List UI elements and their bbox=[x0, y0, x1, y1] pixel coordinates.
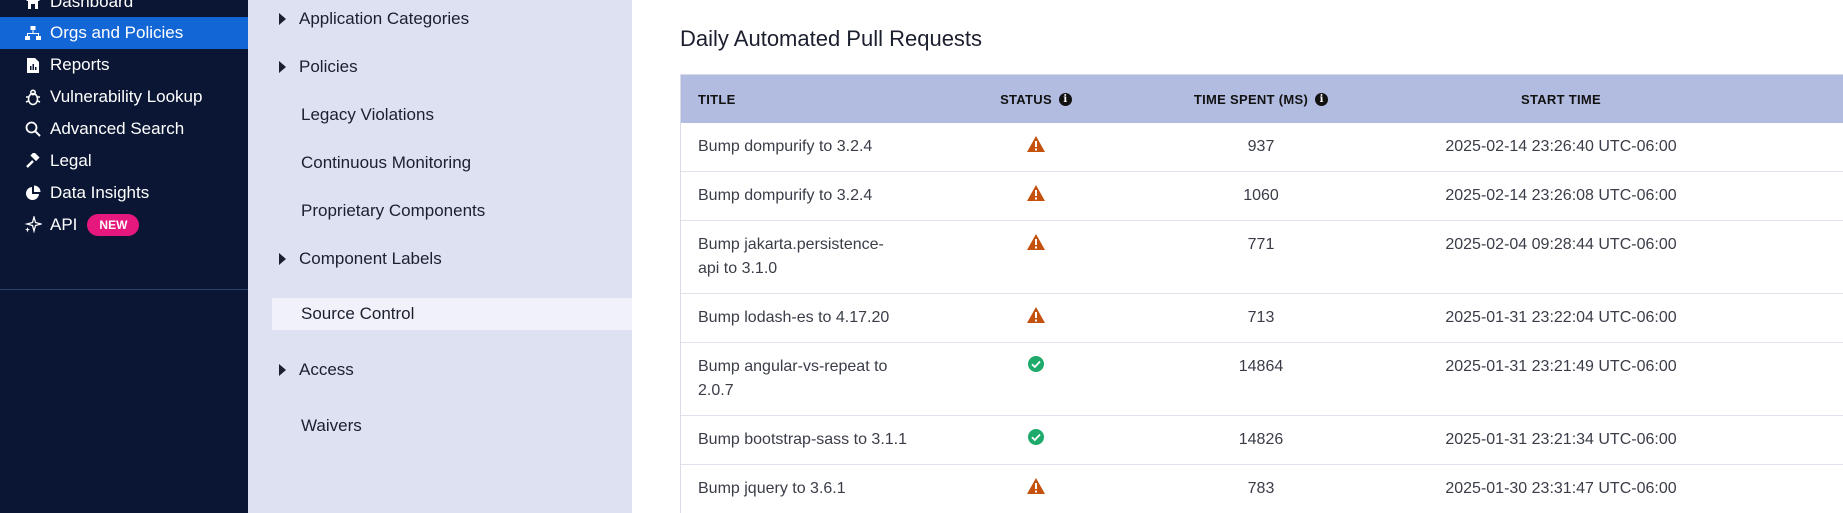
subnav-item-label: Proprietary Components bbox=[301, 201, 486, 220]
nav-item-label: Reports bbox=[50, 55, 110, 74]
time-spent-value: 1060 bbox=[1243, 187, 1279, 204]
start-time-value: 2025-02-14 23:26:40 UTC-06:00 bbox=[1445, 138, 1677, 155]
pull-requests-table: TITLE STATUS i TIME SPENT (MS) i START T… bbox=[680, 74, 1843, 513]
nav-item-data-insights[interactable]: Data Insights bbox=[0, 177, 248, 209]
nav-divider bbox=[0, 289, 248, 290]
pr-title: Bump jquery to 3.6.1 bbox=[698, 480, 846, 497]
time-spent-value: 937 bbox=[1247, 138, 1275, 155]
pr-title: Bump bootstrap-sass to 3.1.1 bbox=[698, 431, 907, 448]
bug-icon bbox=[22, 88, 44, 106]
info-icon[interactable]: i bbox=[1315, 92, 1329, 106]
subnav-item-label: Legacy Violations bbox=[301, 105, 434, 124]
column-header-label: TIME SPENT (MS) bbox=[1193, 91, 1309, 107]
start-time-value: 2025-01-30 23:31:47 UTC-06:00 bbox=[1445, 480, 1677, 497]
warning-icon bbox=[1026, 306, 1046, 324]
pie-chart-icon bbox=[22, 185, 44, 201]
home-icon bbox=[22, 0, 44, 10]
start-time-value: 2025-01-31 23:22:04 UTC-06:00 bbox=[1445, 309, 1677, 326]
nav-item-dashboard[interactable]: Dashboard bbox=[0, 0, 248, 18]
pr-title: Bump jakarta.persistence-api to 3.1.0 bbox=[698, 236, 884, 277]
subnav-item-proprietary-components[interactable]: Proprietary Components bbox=[248, 195, 632, 227]
start-time-value: 2025-02-04 09:28:44 UTC-06:00 bbox=[1445, 236, 1677, 253]
nav-item-reports[interactable]: Reports bbox=[0, 49, 248, 81]
time-spent-value: 14826 bbox=[1238, 431, 1284, 448]
info-icon[interactable]: i bbox=[1058, 92, 1072, 106]
start-time-value: 2025-01-31 23:21:49 UTC-06:00 bbox=[1445, 358, 1677, 375]
nav-item-label: Data Insights bbox=[50, 183, 150, 202]
subnav-item-label: Policies bbox=[299, 57, 358, 76]
pr-title: Bump lodash-es to 4.17.20 bbox=[698, 309, 890, 326]
new-badge: NEW bbox=[87, 214, 140, 236]
caret-right-icon bbox=[279, 13, 286, 25]
caret-right-icon bbox=[279, 61, 286, 73]
pr-title: Bump dompurify to 3.2.4 bbox=[698, 138, 873, 155]
pr-title: Bump angular-vs-repeat to 2.0.7 bbox=[698, 358, 888, 399]
nav-item-label: Legal bbox=[50, 151, 92, 170]
table-row[interactable]: Bump jakarta.persistence-api to 3.1.0 77… bbox=[681, 221, 1843, 294]
table-row[interactable]: Bump dompurify to 3.2.4 1060 2025-02-14 … bbox=[681, 172, 1843, 221]
nav-item-legal[interactable]: Legal bbox=[0, 145, 248, 177]
time-spent-value: 713 bbox=[1247, 309, 1275, 326]
subnav-item-waivers[interactable]: Waivers bbox=[248, 410, 632, 442]
main-content: Daily Automated Pull Requests TITLE STAT… bbox=[632, 0, 1843, 513]
column-header-title[interactable]: TITLE bbox=[681, 92, 961, 107]
nav-item-label: Orgs and Policies bbox=[50, 23, 184, 42]
subnav-item-policies[interactable]: Policies bbox=[248, 51, 632, 83]
column-header-start-time[interactable]: START TIME bbox=[1411, 92, 1711, 107]
orgs-policies-subnav: Application Categories Policies Legacy V… bbox=[248, 0, 632, 513]
success-check-icon bbox=[1027, 355, 1045, 373]
subnav-item-continuous-monitoring[interactable]: Continuous Monitoring bbox=[248, 147, 632, 179]
column-header-label: STATUS bbox=[1000, 91, 1052, 107]
subnav-item-access[interactable]: Access bbox=[248, 354, 632, 386]
gavel-icon bbox=[22, 153, 44, 169]
subnav-item-application-categories[interactable]: Application Categories bbox=[248, 3, 632, 35]
warning-icon bbox=[1026, 233, 1046, 251]
start-time-value: 2025-02-14 23:26:08 UTC-06:00 bbox=[1445, 187, 1677, 204]
nav-item-vulnerability-lookup[interactable]: Vulnerability Lookup bbox=[0, 81, 248, 113]
subnav-item-label: Source Control bbox=[301, 304, 415, 323]
table-header: TITLE STATUS i TIME SPENT (MS) i START T… bbox=[681, 75, 1843, 123]
column-header-time-spent[interactable]: TIME SPENT (MS) i bbox=[1111, 92, 1411, 107]
success-check-icon bbox=[1027, 428, 1045, 446]
nav-item-label: API bbox=[50, 215, 78, 234]
table-row[interactable]: Bump jquery to 3.6.1 783 2025-01-30 23:3… bbox=[681, 465, 1843, 513]
page-title: Daily Automated Pull Requests bbox=[680, 26, 983, 51]
table-row[interactable]: Bump dompurify to 3.2.4 937 2025-02-14 2… bbox=[681, 123, 1843, 172]
search-icon bbox=[22, 121, 44, 137]
subnav-item-label: Waivers bbox=[301, 416, 362, 435]
subnav-item-label: Application Categories bbox=[299, 9, 470, 28]
time-spent-value: 14864 bbox=[1238, 358, 1284, 375]
subnav-item-component-labels[interactable]: Component Labels bbox=[248, 243, 632, 275]
caret-right-icon bbox=[279, 364, 286, 376]
sitemap-icon bbox=[22, 25, 44, 41]
caret-right-icon bbox=[279, 253, 286, 265]
nav-item-api[interactable]: API NEW bbox=[0, 209, 248, 241]
column-header-label: START TIME bbox=[1520, 91, 1602, 107]
subnav-item-label: Component Labels bbox=[299, 249, 442, 268]
table-row[interactable]: Bump lodash-es to 4.17.20 713 2025-01-31… bbox=[681, 294, 1843, 343]
left-navigation: Dashboard Orgs and Policies Reports Vuln… bbox=[0, 0, 248, 513]
subnav-item-legacy-violations[interactable]: Legacy Violations bbox=[248, 99, 632, 131]
nav-item-label: Advanced Search bbox=[50, 119, 185, 138]
subnav-item-label: Continuous Monitoring bbox=[301, 153, 472, 172]
column-header-label: TITLE bbox=[698, 91, 736, 107]
nav-item-label: Dashboard bbox=[50, 0, 134, 11]
warning-icon bbox=[1026, 184, 1046, 202]
pr-title: Bump dompurify to 3.2.4 bbox=[698, 187, 873, 204]
sparkle-icon bbox=[22, 216, 44, 234]
time-spent-value: 771 bbox=[1247, 236, 1275, 253]
subnav-item-label: Access bbox=[299, 360, 354, 379]
nav-item-orgs-and-policies[interactable]: Orgs and Policies bbox=[0, 17, 248, 49]
table-row[interactable]: Bump bootstrap-sass to 3.1.1 14826 2025-… bbox=[681, 416, 1843, 465]
table-row[interactable]: Bump angular-vs-repeat to 2.0.7 14864 20… bbox=[681, 343, 1843, 416]
nav-item-advanced-search[interactable]: Advanced Search bbox=[0, 113, 248, 145]
warning-icon bbox=[1026, 135, 1046, 153]
nav-item-label: Vulnerability Lookup bbox=[50, 87, 203, 106]
time-spent-value: 783 bbox=[1247, 480, 1275, 497]
warning-icon bbox=[1026, 477, 1046, 495]
column-header-status[interactable]: STATUS i bbox=[961, 92, 1111, 107]
subnav-item-source-control[interactable]: Source Control bbox=[272, 298, 632, 330]
start-time-value: 2025-01-31 23:21:34 UTC-06:00 bbox=[1445, 431, 1677, 448]
report-icon bbox=[22, 57, 44, 74]
